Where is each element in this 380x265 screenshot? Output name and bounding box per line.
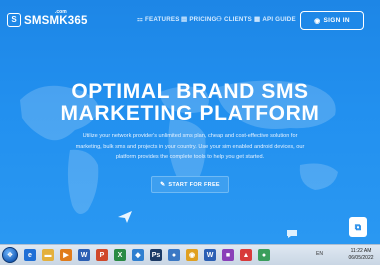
photoshop-icon[interactable]: Ps [150,249,162,261]
folder-icon[interactable]: ▬ [42,249,54,261]
paper-plane-icon [118,211,132,223]
top-navbar: S SMSMK365 .com ⚏ FEATURES ▤ PRICING ⚇ C… [0,0,380,38]
hero-description-line-3: platform provides the complete tools to … [115,154,265,160]
taskbar-clock[interactable]: 11:22 AM 06/05/2022 [345,248,377,262]
start-button[interactable]: ❖ [2,247,18,263]
clients-icon: ⚇ [216,16,223,23]
powerpoint-icon[interactable]: P [96,249,108,261]
brand-name: SMSMK365 [24,15,88,27]
windows-logo-icon: ❖ [6,252,14,259]
hero-title-line-1: OPTIMAL BRAND SMS [71,80,309,103]
app-icon[interactable]: ◆ [132,249,144,261]
language-indicator: EN [316,251,323,257]
clock-time: 11:22 AM [350,248,372,254]
clock-date: 06/05/2022 [348,255,374,261]
nav-clients-label: CLIENTS [224,15,252,23]
edit-icon: ✎ [160,182,166,188]
hero-description: Utilize your network provider's unlimite… [70,131,310,163]
windows-taskbar: ❖ e ▬ ▶ W P X ◆ Ps ● ◉ W ■ ▲ ● EN 11:22 AM 06/05/2022 [0,244,380,265]
nav-pricing[interactable]: ▤ PRICING [181,15,217,24]
chat-widget-button[interactable]: ⧉ [349,217,367,237]
logo-mark-icon: S [7,12,21,27]
app-icon-3[interactable]: ■ [222,249,234,261]
system-tray[interactable]: EN [316,251,323,257]
nav-api-guide-label: API GUIDE [262,15,296,23]
start-for-free-button[interactable]: ✎ START FOR FREE [151,176,229,193]
nav-clients[interactable]: ⚇ CLIENTS [216,15,252,24]
website-page: S SMSMK365 .com ⚏ FEATURES ▤ PRICING ⚇ C… [0,0,380,244]
nav-features-label: FEATURES [145,15,180,23]
sign-in-label: SIGN IN [323,17,350,24]
chrome-icon[interactable]: ◉ [186,249,198,261]
hero-description-line-1: Utilize your network provider's unlimite… [82,133,298,139]
features-icon: ⚏ [137,16,144,23]
api-guide-icon: ▦ [254,16,261,23]
nav-api-guide[interactable]: ▦ API GUIDE [254,15,296,24]
nav-pricing-label: PRICING [189,15,217,23]
sign-in-button[interactable]: ◉ SIGN IN [300,11,364,30]
nav-features[interactable]: ⚏ FEATURES [137,15,180,24]
hero-title: OPTIMAL BRAND SMS MARKETING PLATFORM [0,81,380,125]
app-icon-2[interactable]: ● [168,249,180,261]
user-circle-icon: ◉ [314,17,321,25]
internet-explorer-icon[interactable]: e [24,249,36,261]
hero-title-line-2: MARKETING PLATFORM [60,102,320,125]
app-icon-4[interactable]: ▲ [240,249,252,261]
pricing-icon: ▤ [181,16,188,23]
app-icon-5[interactable]: ● [258,249,270,261]
word-icon[interactable]: W [78,249,90,261]
word-icon-2[interactable]: W [204,249,216,261]
chat-icon: ⧉ [354,221,362,232]
chat-bubble-decoration-icon [287,230,297,238]
hero-description-line-2: marketing, bulk sms and projects in your… [75,143,305,150]
start-for-free-label: START FOR FREE [168,181,220,188]
excel-icon[interactable]: X [114,249,126,261]
brand-logo[interactable]: S SMSMK365 .com [7,9,88,27]
brand-domain-suffix: .com [55,9,67,15]
media-player-icon[interactable]: ▶ [60,249,72,261]
